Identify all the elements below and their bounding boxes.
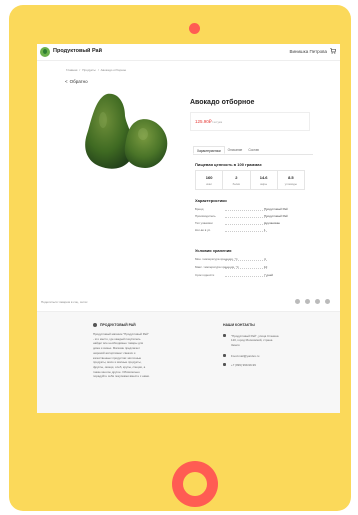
breadcrumb: Главная / Продукты / Авокадо отборное	[66, 68, 126, 72]
breadcrumb-products[interactable]: Продукты	[82, 68, 96, 72]
leaf-logo-icon	[93, 323, 97, 327]
email-text[interactable]: Food.mail@yandex.ru	[231, 354, 279, 359]
price-box: 125.90₽ / штука	[190, 112, 310, 131]
nutrition-table: 160 ккал 2 белки 14.6 жиры 8.5 углеводы	[195, 170, 305, 190]
leaf-logo-icon[interactable]	[40, 47, 50, 57]
nutrition-cell: 2 белки	[223, 171, 251, 189]
nutrition-value: 14.6	[259, 175, 268, 180]
site-header: Продуктовый Рай Винишка Петрова	[37, 44, 340, 61]
spec-key: Кол-во в уп.	[195, 228, 211, 232]
footer-about: Продуктовый магазин "Продуктовый Рай" - …	[93, 332, 150, 379]
storage-value: 4	[264, 257, 266, 261]
whatsapp-icon[interactable]	[315, 299, 320, 304]
location-pin-icon	[223, 334, 226, 337]
storage-value: 10	[264, 265, 268, 269]
spec-value: 1	[264, 228, 266, 232]
nutrition-label: белки	[232, 182, 241, 186]
vk-icon[interactable]	[295, 299, 300, 304]
product-tabs: Характеристики Описание Состав	[193, 146, 313, 155]
phone-text[interactable]: +7 (999) 999-99-99	[231, 363, 279, 368]
back-link[interactable]: < Обратно	[65, 79, 88, 84]
odnoklassniki-icon[interactable]	[325, 299, 330, 304]
spec-row: Тип упаковки Неупакован	[195, 221, 305, 226]
mail-icon	[223, 354, 226, 357]
price-unit: / штука	[212, 119, 223, 124]
storage-row: Макс. температура хранения, °C 10	[195, 265, 305, 270]
user-name[interactable]: Винишка Петрова	[290, 49, 327, 54]
cart-icon[interactable]	[330, 48, 336, 54]
nutrition-label: жиры	[260, 182, 268, 186]
tab-composition[interactable]: Состав	[245, 146, 262, 154]
footer-brand: ПРОДУКТОВЫЙ РАЙ	[100, 323, 136, 327]
back-label: Обратно	[69, 79, 88, 84]
brand-name[interactable]: Продуктовый Рай	[53, 48, 102, 54]
tab-description[interactable]: Описание	[225, 146, 246, 154]
nutrition-label: углеводы	[284, 182, 297, 186]
storage-key: Срок годности	[195, 273, 215, 277]
nutrition-cell: 8.5 углеводы	[278, 171, 304, 189]
product-title: Авокадо отборное	[190, 99, 255, 106]
nutrition-title: Пищевая ценность в 100 граммах	[195, 162, 262, 167]
storage-row: Срок годности 7 дней	[195, 273, 305, 278]
breadcrumb-home[interactable]: Главная	[66, 68, 77, 72]
chevron-left-icon: <	[65, 79, 68, 84]
telegram-icon[interactable]	[305, 299, 310, 304]
breadcrumb-current: Авокадо отборное	[100, 68, 127, 72]
tab-characteristics[interactable]: Характеристики	[193, 146, 225, 154]
phone-icon	[223, 363, 226, 366]
home-button[interactable]	[172, 461, 218, 507]
spec-key: Производитель	[195, 214, 216, 218]
nutrition-value: 160	[205, 175, 213, 180]
tablet-screen: Продуктовый Рай Винишка Петрова Главная …	[37, 44, 340, 413]
spec-key: Тип упаковки	[195, 221, 213, 225]
spec-row: Производитель Продуктовый Рай	[195, 214, 305, 219]
address-text: "Продуктовый Рай", улица Станина 120, го…	[231, 333, 279, 347]
storage-title: Условия хранения	[195, 248, 232, 253]
breadcrumb-separator: /	[79, 68, 81, 72]
storage-row: Мин. температура хранения, °C 4	[195, 257, 305, 262]
storage-value: 7 дней	[264, 273, 273, 277]
site-footer: ПРОДУКТОВЫЙ РАЙ Продуктовый магазин "Про…	[37, 311, 340, 413]
camera-dot	[189, 23, 200, 34]
footer-contacts-title: НАШИ КОНТАКТЫ	[223, 323, 255, 327]
nutrition-cell: 160 ккал	[196, 171, 224, 189]
price-value: 125.90₽	[195, 119, 212, 124]
spec-value: Продуктовый Рай	[264, 207, 288, 211]
spec-value: Неупакован	[264, 221, 280, 225]
specs-title: Характеристики	[195, 198, 227, 203]
product-image	[85, 93, 168, 169]
breadcrumb-separator: /	[97, 68, 99, 72]
spec-row: Кол-во в уп. 1	[195, 228, 305, 233]
share-label: Поделиться товаром в соц. сетях	[41, 300, 88, 304]
spec-key: Бренд	[195, 207, 204, 211]
share-row: Поделиться товаром в соц. сетях	[37, 298, 340, 308]
nutrition-value: 8.5	[288, 175, 294, 180]
spec-value: Продуктовый Рай	[264, 214, 288, 218]
nutrition-value: 2	[235, 175, 238, 180]
nutrition-cell: 14.6 жиры	[251, 171, 278, 189]
spec-row: Бренд Продуктовый Рай	[195, 207, 305, 212]
nutrition-label: ккал	[206, 182, 212, 186]
